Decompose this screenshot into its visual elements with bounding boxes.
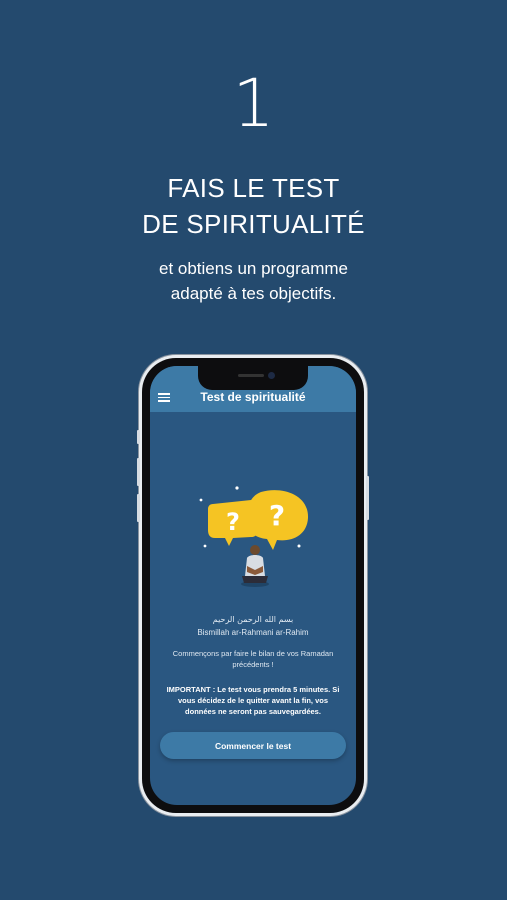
speaker-grille — [238, 374, 264, 377]
step-number: 1 — [232, 65, 275, 142]
question-bubble-left-icon: ? — [208, 500, 258, 546]
intro-text: Commençons par faire le bilan de vos Ram… — [172, 649, 334, 669]
phone-power-button — [366, 476, 369, 520]
svg-text:?: ? — [269, 499, 285, 532]
sparkle-dot — [199, 498, 203, 502]
app-title: Test de spiritualité — [200, 390, 306, 404]
phone-side-button — [137, 430, 140, 444]
phone-volume-up-button — [137, 458, 140, 486]
sparkle-dot — [203, 544, 207, 548]
phone-screen: Test de spiritualité ? ? بسم الله الرحمن… — [150, 366, 356, 805]
headline-line-2: DE SPIRITUALITÉ — [142, 209, 365, 239]
phone-mockup: Test de spiritualité ? ? بسم الله الرحمن… — [137, 358, 369, 813]
subline: et obtiens un programme adapté à tes obj… — [0, 256, 507, 306]
start-test-button[interactable]: Commencer le test — [160, 732, 346, 759]
headline: FAIS LE TEST DE SPIRITUALITÉ — [0, 170, 507, 242]
important-notice: IMPORTANT : Le test vous prendra 5 minut… — [166, 685, 340, 716]
hamburger-menu-icon[interactable] — [158, 393, 170, 402]
bismillah-arabic: بسم الله الرحمن الرحيم — [212, 615, 294, 624]
phone-notch — [198, 366, 308, 390]
bismillah-transliteration: Bismillah ar-Rahmani ar-Rahim — [197, 628, 309, 637]
reading-person-icon — [241, 545, 269, 587]
headline-line-1: FAIS LE TEST — [167, 173, 340, 203]
sparkle-dot — [235, 486, 239, 490]
question-bubbles-reader-illustration: ? ? — [199, 486, 309, 587]
subline-line-1: et obtiens un programme — [159, 259, 348, 278]
front-camera — [268, 372, 275, 379]
svg-text:?: ? — [226, 508, 240, 536]
phone-volume-down-button — [137, 494, 140, 522]
sparkle-dot — [297, 544, 301, 548]
subline-line-2: adapté à tes objectifs. — [170, 284, 337, 303]
